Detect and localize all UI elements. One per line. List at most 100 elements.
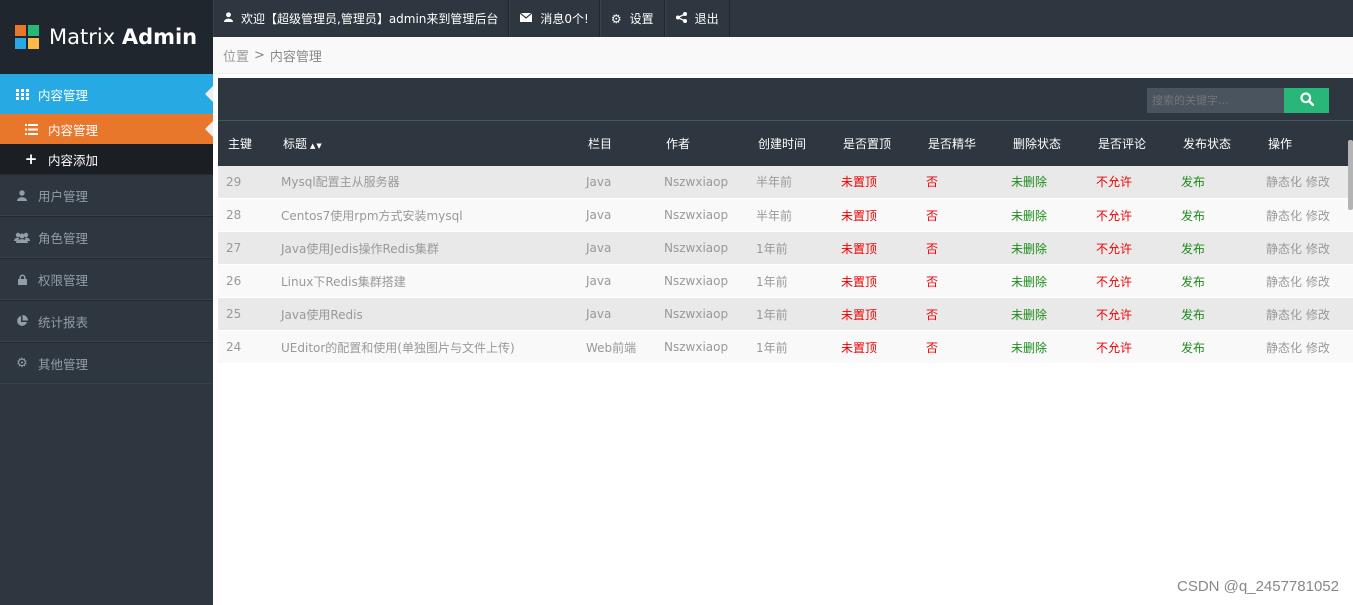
cell-essence[interactable]: 否	[918, 298, 1003, 331]
sort-icon[interactable]: ▲▼	[310, 142, 323, 150]
column-header[interactable]: 删除状态	[1003, 121, 1088, 166]
logout-button[interactable]: 退出	[664, 0, 730, 37]
cell-comment[interactable]: 不允许	[1088, 199, 1173, 232]
group-icon	[14, 232, 30, 243]
lock-icon	[14, 274, 30, 285]
cell-comment[interactable]: 不允许	[1088, 298, 1173, 331]
edit-link[interactable]: 修改	[1306, 209, 1330, 223]
pie-chart-icon	[14, 315, 30, 327]
breadcrumb-location[interactable]: 位置	[223, 46, 249, 65]
cell-comment[interactable]: 不允许	[1088, 232, 1173, 265]
breadcrumb: 位置 > 内容管理	[213, 37, 1353, 74]
sidebar-subitem-content-manage[interactable]: 内容管理	[0, 114, 213, 144]
sidebar-item-permissions[interactable]: 权限管理	[0, 258, 213, 300]
cell-essence[interactable]: 否	[918, 331, 1003, 364]
cell-deleted[interactable]: 未删除	[1003, 232, 1088, 265]
cell-deleted[interactable]: 未删除	[1003, 166, 1088, 199]
sidebar-item-content[interactable]: 内容管理	[0, 74, 213, 114]
sidebar-item-statistics[interactable]: 统计报表	[0, 300, 213, 342]
cell-top[interactable]: 未置顶	[833, 232, 918, 265]
cell-column: Web前端	[586, 340, 637, 355]
edit-link[interactable]: 修改	[1306, 242, 1330, 256]
column-header[interactable]: 操作	[1258, 121, 1353, 166]
edit-link[interactable]: 修改	[1306, 175, 1330, 189]
search-input[interactable]	[1147, 88, 1284, 113]
settings-button[interactable]: ⚙ 设置	[599, 0, 665, 37]
cell-column: Java	[586, 274, 612, 288]
column-header-title[interactable]: 标题 ▲▼	[273, 121, 578, 166]
column-header[interactable]: 栏目	[578, 121, 656, 166]
column-header[interactable]: 是否置顶	[833, 121, 918, 166]
cell-title[interactable]: UEditor的配置和使用(单独图片与文件上传)	[273, 331, 578, 364]
brand-logo[interactable]: Matrix Admin	[0, 0, 213, 74]
breadcrumb-current[interactable]: 内容管理	[270, 46, 322, 65]
cell-title[interactable]: Java使用Jedis操作Redis集群	[273, 232, 578, 265]
cell-publish[interactable]: 发布	[1173, 199, 1258, 232]
cell-comment[interactable]: 不允许	[1088, 265, 1173, 298]
column-header[interactable]: 是否精华	[918, 121, 1003, 166]
cell-title[interactable]: Mysql配置主从服务器	[273, 166, 578, 199]
cell-title[interactable]: Java使用Redis	[273, 298, 578, 331]
cell-publish[interactable]: 发布	[1173, 298, 1258, 331]
sidebar-item-roles[interactable]: 角色管理	[0, 216, 213, 258]
cell-top[interactable]: 未置顶	[833, 166, 918, 199]
cell-publish[interactable]: 发布	[1173, 166, 1258, 199]
cell-column: Java	[586, 241, 612, 255]
edit-link[interactable]: 修改	[1306, 308, 1330, 322]
column-header[interactable]: 是否评论	[1088, 121, 1173, 166]
cell-title[interactable]: Linux下Redis集群搭建	[273, 265, 578, 298]
messages-button[interactable]: 消息0个!	[509, 0, 600, 37]
cell-deleted[interactable]: 未删除	[1003, 298, 1088, 331]
edit-link[interactable]: 修改	[1306, 275, 1330, 289]
cell-deleted[interactable]: 未删除	[1003, 265, 1088, 298]
cell-top[interactable]: 未置顶	[833, 199, 918, 232]
breadcrumb-separator: >	[254, 47, 265, 63]
cell-essence[interactable]: 否	[918, 199, 1003, 232]
envelope-icon	[520, 12, 533, 25]
cell-publish[interactable]: 发布	[1173, 232, 1258, 265]
cell-top[interactable]: 未置顶	[833, 331, 918, 364]
sidebar-subitem-content-add[interactable]: + 内容添加	[0, 144, 213, 174]
cell-author: Nszwxiaop	[664, 307, 729, 321]
column-header[interactable]: 创建时间	[748, 121, 833, 166]
cell-time: 1年前	[756, 307, 788, 322]
table-header-row: 主键 标题 ▲▼ 栏目 作者 创建时间 是否置顶 是否精华 删除状态 是否评论 发…	[218, 120, 1353, 166]
cell-deleted[interactable]: 未删除	[1003, 199, 1088, 232]
cell-publish[interactable]: 发布	[1173, 265, 1258, 298]
cell-comment[interactable]: 不允许	[1088, 331, 1173, 364]
edit-link[interactable]: 修改	[1306, 341, 1330, 355]
cell-essence[interactable]: 否	[918, 166, 1003, 199]
cell-essence[interactable]: 否	[918, 265, 1003, 298]
sidebar-item-label: 角色管理	[38, 230, 89, 246]
cell-title[interactable]: Centos7使用rpm方式安装mysql	[273, 199, 578, 232]
cell-deleted[interactable]: 未删除	[1003, 331, 1088, 364]
column-header[interactable]: 发布状态	[1173, 121, 1258, 166]
static-link[interactable]: 静态化	[1266, 242, 1302, 256]
static-link[interactable]: 静态化	[1266, 209, 1302, 223]
cell-top[interactable]: 未置顶	[833, 265, 918, 298]
scrollbar-thumb[interactable]	[1348, 140, 1353, 210]
cell-essence[interactable]: 否	[918, 232, 1003, 265]
panel-header	[218, 78, 1353, 120]
cell-column: Java	[586, 307, 612, 321]
cell-author: Nszwxiaop	[664, 340, 729, 354]
logout-label: 退出	[694, 12, 719, 26]
cell-top[interactable]: 未置顶	[833, 298, 918, 331]
brand-part2: Admin	[121, 25, 198, 49]
brand-part1: Matrix	[49, 25, 116, 49]
cell-comment[interactable]: 不允许	[1088, 166, 1173, 199]
sidebar-item-other[interactable]: ⚙ 其他管理	[0, 342, 213, 384]
sidebar-subitem-label: 内容管理	[48, 122, 99, 138]
static-link[interactable]: 静态化	[1266, 275, 1302, 289]
plus-icon: +	[24, 150, 38, 168]
sidebar-item-users[interactable]: 用户管理	[0, 174, 213, 216]
static-link[interactable]: 静态化	[1266, 308, 1302, 322]
column-header[interactable]: 主键	[218, 121, 273, 166]
static-link[interactable]: 静态化	[1266, 341, 1302, 355]
static-link[interactable]: 静态化	[1266, 175, 1302, 189]
column-header[interactable]: 作者	[656, 121, 748, 166]
search-button[interactable]	[1284, 88, 1329, 113]
welcome-button[interactable]: 欢迎【超级管理员,管理员】admin来到管理后台	[213, 0, 510, 37]
cell-publish[interactable]: 发布	[1173, 331, 1258, 364]
cell-id: 25	[226, 307, 242, 321]
